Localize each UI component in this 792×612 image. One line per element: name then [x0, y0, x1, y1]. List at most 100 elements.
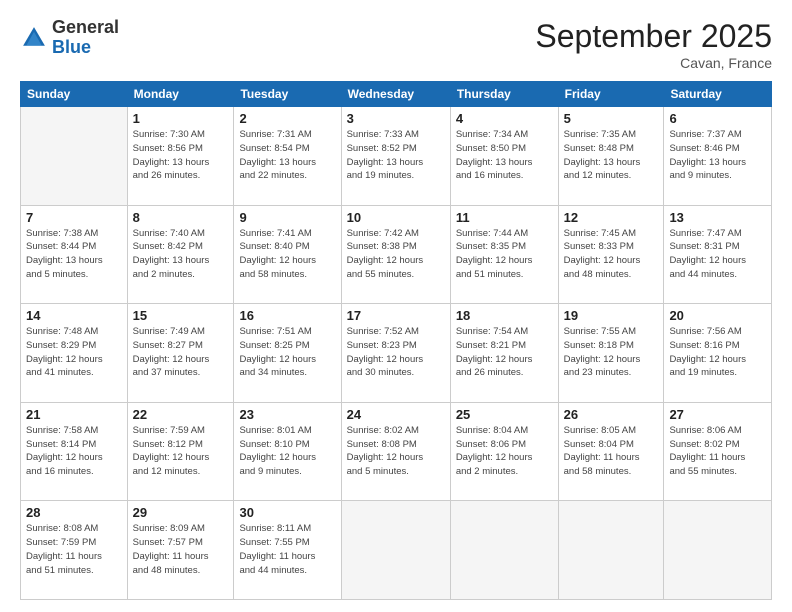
day-info: Sunrise: 7:45 AMSunset: 8:33 PMDaylight:… — [564, 227, 659, 282]
day-number: 17 — [347, 308, 445, 323]
calendar-week-2: 14 Sunrise: 7:48 AMSunset: 8:29 PMDayligh… — [21, 304, 772, 403]
calendar-cell: 8 Sunrise: 7:40 AMSunset: 8:42 PMDaylight… — [127, 205, 234, 304]
calendar-cell: 11 Sunrise: 7:44 AMSunset: 8:35 PMDayligh… — [450, 205, 558, 304]
day-info: Sunrise: 7:44 AMSunset: 8:35 PMDaylight:… — [456, 227, 553, 282]
day-number: 6 — [669, 111, 766, 126]
calendar-cell: 15Sunrise: 7:49 AMSunset: 8:27 PMDayligh… — [127, 304, 234, 403]
day-info: Sunrise: 7:56 AMSunset: 8:16 PMDaylight:… — [669, 325, 766, 380]
calendar-cell: 18Sunrise: 7:54 AMSunset: 8:21 PMDayligh… — [450, 304, 558, 403]
calendar-cell: 17 Sunrise: 7:52 AMSunset: 8:23 PMDayligh… — [341, 304, 450, 403]
calendar-cell: 19 Sunrise: 7:55 AMSunset: 8:18 PMDayligh… — [558, 304, 664, 403]
day-number: 21 — [26, 407, 122, 422]
day-number: 27 — [669, 407, 766, 422]
calendar-cell: 3 Sunrise: 7:33 AMSunset: 8:52 PMDaylight… — [341, 107, 450, 206]
title-block: September 2025 Cavan, France — [535, 18, 772, 71]
calendar-header-thursday: Thursday — [450, 82, 558, 107]
calendar-cell: 9 Sunrise: 7:41 AMSunset: 8:40 PMDaylight… — [234, 205, 341, 304]
day-info: Sunrise: 7:34 AMSunset: 8:50 PMDaylight:… — [456, 128, 553, 183]
logo-text: General Blue — [52, 18, 119, 58]
location: Cavan, France — [535, 55, 772, 71]
day-number: 4 — [456, 111, 553, 126]
day-info: Sunrise: 8:09 AMSunset: 7:57 PMDaylight:… — [133, 522, 229, 577]
calendar-header-monday: Monday — [127, 82, 234, 107]
day-info: Sunrise: 8:04 AMSunset: 8:06 PMDaylight:… — [456, 424, 553, 479]
day-number: 10 — [347, 210, 445, 225]
calendar-cell: 10 Sunrise: 7:42 AMSunset: 8:38 PMDayligh… — [341, 205, 450, 304]
day-number: 7 — [26, 210, 122, 225]
calendar-cell: 6Sunrise: 7:37 AMSunset: 8:46 PMDaylight… — [664, 107, 772, 206]
day-info: Sunrise: 7:41 AMSunset: 8:40 PMDaylight:… — [239, 227, 335, 282]
day-number: 12 — [564, 210, 659, 225]
logo: General Blue — [20, 18, 119, 58]
day-info: Sunrise: 7:49 AMSunset: 8:27 PMDaylight:… — [133, 325, 229, 380]
calendar-cell — [21, 107, 128, 206]
day-info: Sunrise: 8:05 AMSunset: 8:04 PMDaylight:… — [564, 424, 659, 479]
calendar-cell: 5Sunrise: 7:35 AMSunset: 8:48 PMDaylight… — [558, 107, 664, 206]
calendar-cell: 4 Sunrise: 7:34 AMSunset: 8:50 PMDaylight… — [450, 107, 558, 206]
day-info: Sunrise: 7:35 AMSunset: 8:48 PMDaylight:… — [564, 128, 659, 183]
day-number: 23 — [239, 407, 335, 422]
day-info: Sunrise: 7:31 AMSunset: 8:54 PMDaylight:… — [239, 128, 335, 183]
day-info: Sunrise: 7:47 AMSunset: 8:31 PMDaylight:… — [669, 227, 766, 282]
day-number: 13 — [669, 210, 766, 225]
calendar-week-0: 1 Sunrise: 7:30 AMSunset: 8:56 PMDaylight… — [21, 107, 772, 206]
day-info: Sunrise: 8:11 AMSunset: 7:55 PMDaylight:… — [239, 522, 335, 577]
calendar-cell: 27Sunrise: 8:06 AMSunset: 8:02 PMDayligh… — [664, 402, 772, 501]
calendar-cell: 30 Sunrise: 8:11 AMSunset: 7:55 PMDayligh… — [234, 501, 341, 600]
day-info: Sunrise: 7:38 AMSunset: 8:44 PMDaylight:… — [26, 227, 122, 282]
day-info: Sunrise: 7:48 AMSunset: 8:29 PMDaylight:… — [26, 325, 122, 380]
day-info: Sunrise: 7:52 AMSunset: 8:23 PMDaylight:… — [347, 325, 445, 380]
day-info: Sunrise: 7:40 AMSunset: 8:42 PMDaylight:… — [133, 227, 229, 282]
calendar-cell: 23Sunrise: 8:01 AMSunset: 8:10 PMDayligh… — [234, 402, 341, 501]
calendar-cell: 24 Sunrise: 8:02 AMSunset: 8:08 PMDayligh… — [341, 402, 450, 501]
month-title: September 2025 — [535, 18, 772, 55]
calendar-header-sunday: Sunday — [21, 82, 128, 107]
day-number: 3 — [347, 111, 445, 126]
calendar-week-4: 28Sunrise: 8:08 AMSunset: 7:59 PMDayligh… — [21, 501, 772, 600]
day-number: 1 — [133, 111, 229, 126]
day-info: Sunrise: 8:02 AMSunset: 8:08 PMDaylight:… — [347, 424, 445, 479]
logo-general: General — [52, 17, 119, 37]
day-number: 14 — [26, 308, 122, 323]
day-number: 19 — [564, 308, 659, 323]
calendar-cell: 2 Sunrise: 7:31 AMSunset: 8:54 PMDaylight… — [234, 107, 341, 206]
day-number: 20 — [669, 308, 766, 323]
calendar-cell: 7 Sunrise: 7:38 AMSunset: 8:44 PMDaylight… — [21, 205, 128, 304]
logo-blue: Blue — [52, 37, 91, 57]
calendar: SundayMondayTuesdayWednesdayThursdayFrid… — [20, 81, 772, 600]
calendar-week-3: 21Sunrise: 7:58 AMSunset: 8:14 PMDayligh… — [21, 402, 772, 501]
day-number: 8 — [133, 210, 229, 225]
logo-icon — [20, 24, 48, 52]
day-number: 24 — [347, 407, 445, 422]
day-number: 30 — [239, 505, 335, 520]
calendar-cell — [450, 501, 558, 600]
day-number: 25 — [456, 407, 553, 422]
calendar-cell — [558, 501, 664, 600]
calendar-header-wednesday: Wednesday — [341, 82, 450, 107]
day-number: 18 — [456, 308, 553, 323]
calendar-cell: 1 Sunrise: 7:30 AMSunset: 8:56 PMDaylight… — [127, 107, 234, 206]
day-info: Sunrise: 7:55 AMSunset: 8:18 PMDaylight:… — [564, 325, 659, 380]
day-info: Sunrise: 7:42 AMSunset: 8:38 PMDaylight:… — [347, 227, 445, 282]
day-number: 2 — [239, 111, 335, 126]
calendar-cell: 26 Sunrise: 8:05 AMSunset: 8:04 PMDayligh… — [558, 402, 664, 501]
calendar-week-1: 7 Sunrise: 7:38 AMSunset: 8:44 PMDaylight… — [21, 205, 772, 304]
day-number: 28 — [26, 505, 122, 520]
calendar-cell: 13 Sunrise: 7:47 AMSunset: 8:31 PMDayligh… — [664, 205, 772, 304]
day-info: Sunrise: 7:30 AMSunset: 8:56 PMDaylight:… — [133, 128, 229, 183]
calendar-header-friday: Friday — [558, 82, 664, 107]
day-number: 9 — [239, 210, 335, 225]
day-info: Sunrise: 7:51 AMSunset: 8:25 PMDaylight:… — [239, 325, 335, 380]
calendar-cell: 14 Sunrise: 7:48 AMSunset: 8:29 PMDayligh… — [21, 304, 128, 403]
calendar-header-saturday: Saturday — [664, 82, 772, 107]
day-number: 29 — [133, 505, 229, 520]
day-info: Sunrise: 7:33 AMSunset: 8:52 PMDaylight:… — [347, 128, 445, 183]
day-number: 22 — [133, 407, 229, 422]
day-number: 11 — [456, 210, 553, 225]
day-number: 26 — [564, 407, 659, 422]
calendar-cell: 22Sunrise: 7:59 AMSunset: 8:12 PMDayligh… — [127, 402, 234, 501]
calendar-cell: 16Sunrise: 7:51 AMSunset: 8:25 PMDayligh… — [234, 304, 341, 403]
calendar-header-row: SundayMondayTuesdayWednesdayThursdayFrid… — [21, 82, 772, 107]
calendar-cell — [664, 501, 772, 600]
calendar-cell: 12 Sunrise: 7:45 AMSunset: 8:33 PMDayligh… — [558, 205, 664, 304]
